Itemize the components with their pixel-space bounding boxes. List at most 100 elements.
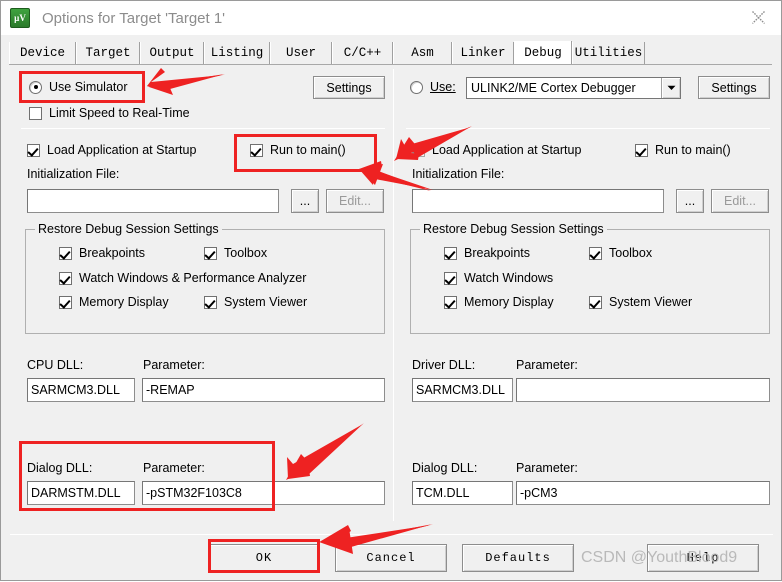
debugger-panel: Use: ULINK2/ME Cortex Debugger Settings … — [402, 65, 778, 525]
tab-label: Device — [19, 46, 65, 60]
input-value: -pCM3 — [520, 486, 558, 500]
restore-breakpoints-checkbox[interactable]: Breakpoints — [444, 246, 530, 260]
checkbox-indicator-icon — [444, 295, 457, 309]
dialog-dll-input[interactable]: DARMSTM.DLL — [27, 481, 135, 505]
checkbox-indicator-icon — [412, 143, 425, 157]
button-label: OK — [255, 551, 273, 565]
restore-item-label: System Viewer — [224, 295, 308, 309]
initialization-file-input[interactable] — [412, 189, 664, 213]
debugger-select[interactable]: ULINK2/ME Cortex Debugger — [466, 77, 681, 99]
run-to-main-checkbox[interactable]: Run to main() — [635, 143, 731, 157]
tab-debug[interactable]: Debug — [514, 41, 572, 65]
tab-utilities[interactable]: Utilities — [572, 42, 645, 64]
keil-uvision-logo-icon: µV — [10, 8, 30, 28]
help-button[interactable]: Help — [647, 544, 759, 572]
restore-system-viewer-checkbox[interactable]: System Viewer — [204, 295, 307, 309]
checkbox-indicator-icon — [59, 271, 72, 285]
checkbox-indicator-icon — [589, 295, 602, 309]
tab-strip: Device Target Output Listing User C/C++ … — [9, 41, 645, 65]
tab-listing[interactable]: Listing — [204, 42, 270, 64]
radio-indicator-icon — [29, 80, 42, 94]
initialization-file-edit-button[interactable]: Edit... — [711, 189, 769, 213]
options-dialog: µV Options for Target 'Target 1' Device … — [0, 0, 782, 581]
tab-target[interactable]: Target — [76, 42, 140, 64]
dialog-footer: OK Cancel Defaults Help — [1, 534, 781, 580]
cancel-button[interactable]: Cancel — [335, 544, 447, 572]
dialog-parameter-input[interactable]: -pCM3 — [516, 481, 770, 505]
tab-c-cpp[interactable]: C/C++ — [332, 42, 393, 64]
cpu-parameter-input[interactable]: -REMAP — [142, 378, 385, 402]
section-separator — [21, 128, 385, 129]
dialog-dll-input[interactable]: TCM.DLL — [412, 481, 513, 505]
driver-parameter-input[interactable] — [516, 378, 770, 402]
ok-button[interactable]: OK — [208, 544, 320, 572]
tab-label: Debug — [524, 46, 562, 60]
restore-watch-windows-checkbox[interactable]: Watch Windows & Performance Analyzer — [59, 271, 306, 285]
run-to-main-checkbox[interactable]: Run to main() — [250, 143, 346, 157]
restore-item-label: Toolbox — [224, 246, 268, 260]
button-label: Edit... — [339, 194, 371, 208]
use-simulator-radio[interactable]: Use Simulator — [29, 80, 128, 94]
restore-item-label: Breakpoints — [79, 246, 146, 260]
dialog-parameter-input[interactable]: -pSTM32F103C8 — [142, 481, 385, 505]
driver-dll-input[interactable]: SARMCM3.DLL — [412, 378, 513, 402]
restore-watch-windows-checkbox[interactable]: Watch Windows — [444, 271, 553, 285]
cpu-parameter-label: Parameter: — [143, 358, 205, 372]
checkbox-indicator-icon — [589, 246, 602, 260]
button-label: Defaults — [485, 551, 551, 565]
checkbox-indicator-icon — [635, 143, 648, 157]
button-label: Edit... — [724, 194, 756, 208]
tab-user[interactable]: User — [270, 42, 332, 64]
checkbox-indicator-icon — [204, 295, 217, 309]
tab-label: Linker — [460, 46, 506, 60]
simulator-panel: Use Simulator Limit Speed to Real-Time S… — [10, 65, 386, 525]
button-label: ... — [684, 194, 696, 208]
tab-label: C/C++ — [343, 46, 382, 60]
driver-dll-label: Driver DLL: — [412, 358, 476, 372]
use-debugger-radio[interactable]: Use: — [410, 80, 456, 94]
limit-speed-label: Limit Speed to Real-Time — [49, 106, 190, 120]
restore-item-label: System Viewer — [609, 295, 693, 309]
restore-system-viewer-checkbox[interactable]: System Viewer — [589, 295, 692, 309]
load-application-at-startup-checkbox[interactable]: Load Application at Startup — [412, 143, 581, 157]
initialization-file-browse-button[interactable]: ... — [291, 189, 319, 213]
tab-device[interactable]: Device — [9, 42, 76, 64]
limit-speed-checkbox[interactable]: Limit Speed to Real-Time — [29, 106, 190, 120]
tab-linker[interactable]: Linker — [452, 42, 514, 64]
tab-output[interactable]: Output — [140, 42, 204, 64]
load-application-label: Load Application at Startup — [432, 143, 582, 157]
chevron-down-icon[interactable] — [661, 78, 680, 98]
input-value: DARMSTM.DLL — [31, 486, 121, 500]
restore-toolbox-checkbox[interactable]: Toolbox — [204, 246, 267, 260]
checkbox-indicator-icon — [444, 246, 457, 260]
tab-label: User — [285, 46, 316, 60]
dialog-parameter-label: Parameter: — [516, 461, 578, 475]
restore-debug-session-group: Restore Debug Session Settings Breakpoin… — [410, 222, 770, 334]
driver-parameter-label: Parameter: — [516, 358, 578, 372]
debugger-settings-button[interactable]: Settings — [698, 76, 770, 99]
input-value: SARMCM3.DLL — [416, 383, 505, 397]
defaults-button[interactable]: Defaults — [462, 544, 574, 572]
restore-toolbox-checkbox[interactable]: Toolbox — [589, 246, 652, 260]
close-icon[interactable] — [735, 1, 781, 34]
input-value: TCM.DLL — [416, 486, 470, 500]
dialog-dll-label: Dialog DLL: — [412, 461, 478, 475]
tab-asm[interactable]: Asm — [393, 42, 452, 64]
input-value: -pSTM32F103C8 — [146, 486, 242, 500]
group-title: Restore Debug Session Settings — [420, 222, 607, 236]
checkbox-indicator-icon — [250, 143, 263, 157]
restore-memory-display-checkbox[interactable]: Memory Display — [444, 295, 554, 309]
load-application-at-startup-checkbox[interactable]: Load Application at Startup — [27, 143, 196, 157]
initialization-file-input[interactable] — [27, 189, 279, 213]
restore-memory-display-checkbox[interactable]: Memory Display — [59, 295, 169, 309]
initialization-file-browse-button[interactable]: ... — [676, 189, 704, 213]
restore-item-label: Breakpoints — [464, 246, 531, 260]
restore-breakpoints-checkbox[interactable]: Breakpoints — [59, 246, 145, 260]
checkbox-indicator-icon — [204, 246, 217, 260]
group-title: Restore Debug Session Settings — [35, 222, 222, 236]
simulator-settings-button[interactable]: Settings — [313, 76, 385, 99]
button-label: ... — [299, 194, 311, 208]
cpu-dll-input[interactable]: SARMCM3.DLL — [27, 378, 135, 402]
initialization-file-edit-button[interactable]: Edit... — [326, 189, 384, 213]
window-title: Options for Target 'Target 1' — [42, 9, 226, 27]
